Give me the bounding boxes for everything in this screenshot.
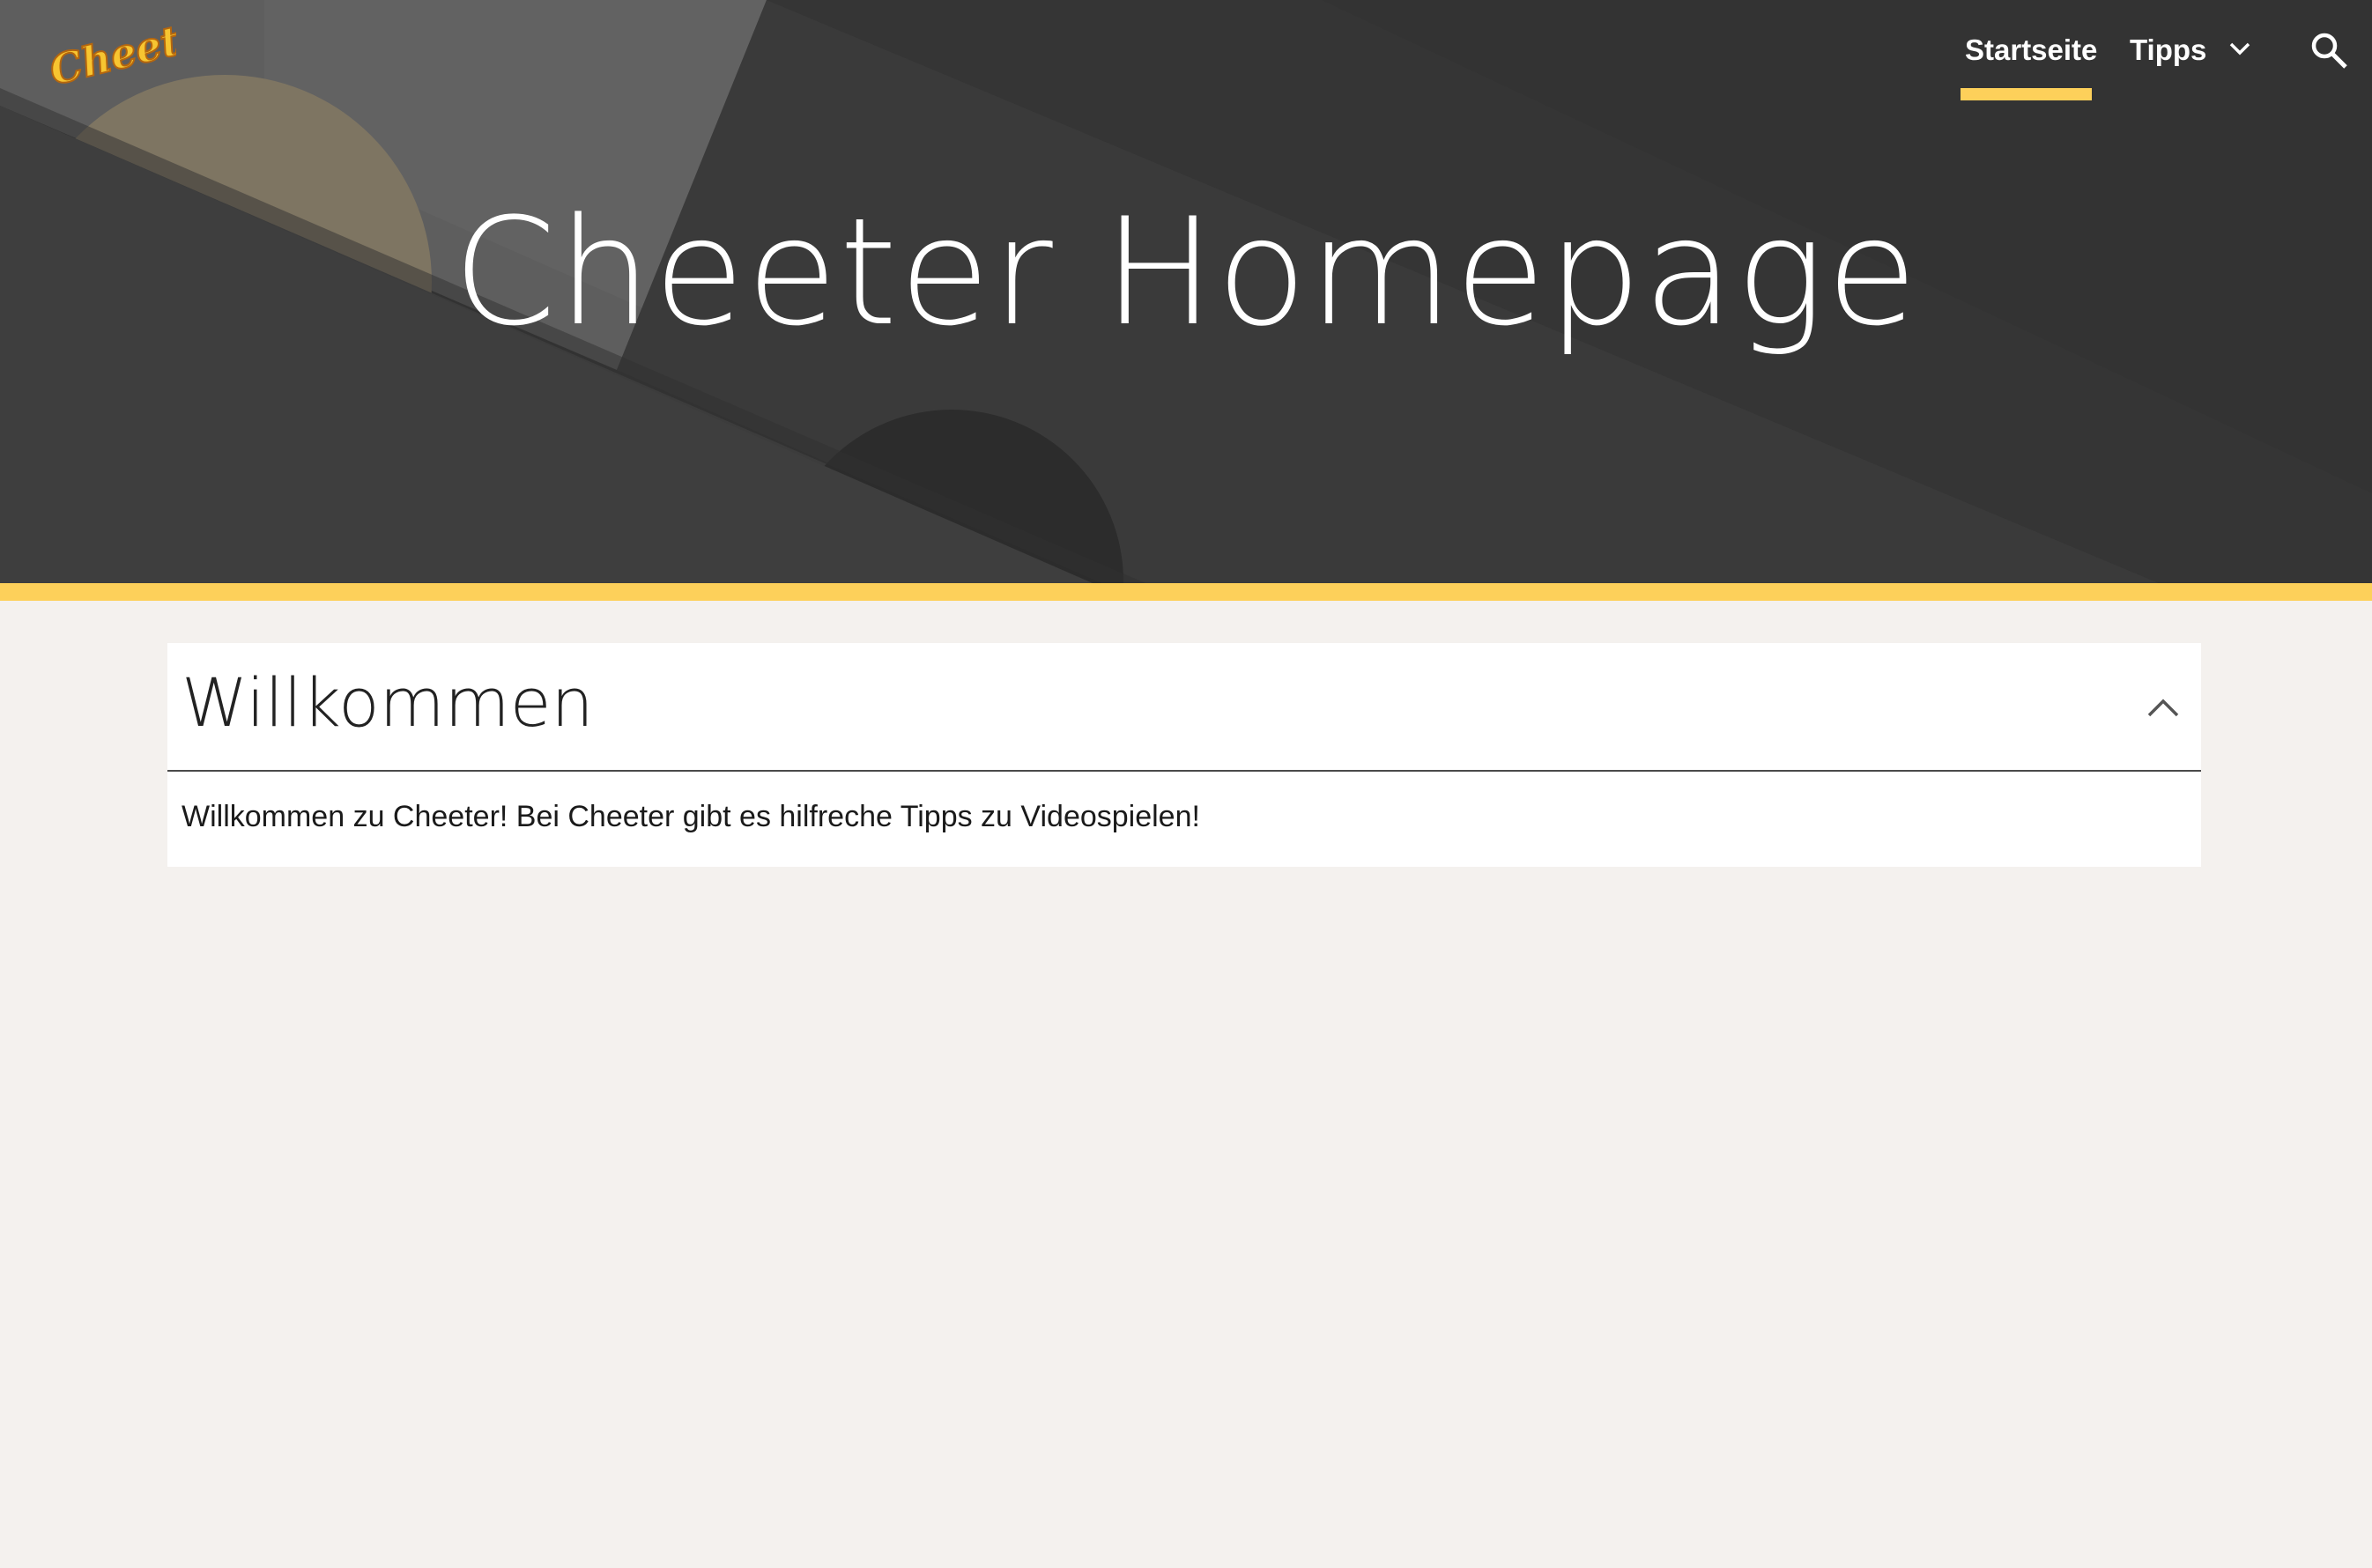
section-title: Willkommen <box>182 663 594 742</box>
nav-item-label: Startseite <box>1965 33 2098 66</box>
search-icon <box>2311 33 2347 69</box>
chevron-down-icon <box>2229 42 2250 55</box>
page: Cheeter Cheeter Homepage Startseite Tipp… <box>0 0 2372 1568</box>
hero-title: Cheeter Homepage <box>452 186 1920 359</box>
section-header[interactable]: Willkommen <box>167 643 2201 772</box>
logo-image: Cheeter <box>44 4 234 95</box>
cheeter-logo[interactable]: Cheeter <box>44 4 234 95</box>
nav-item-label: Tipps <box>2130 33 2207 66</box>
section-body-text: Willkommen zu Cheeter! Bei Cheeter gibt … <box>182 800 1200 833</box>
search-button[interactable] <box>2310 32 2349 70</box>
hero-accent-stripe <box>0 583 2372 601</box>
active-nav-indicator <box>1961 88 2092 100</box>
welcome-section: Willkommen Willkommen zu Cheeter! Bei Ch… <box>167 643 2201 867</box>
svg-text:Cheeter: Cheeter <box>45 16 176 86</box>
nav-item-startseite[interactable]: Startseite <box>1961 0 2097 101</box>
nav-item-tipps[interactable]: Tipps <box>2130 0 2253 101</box>
chevron-up-icon[interactable] <box>2143 687 2183 728</box>
